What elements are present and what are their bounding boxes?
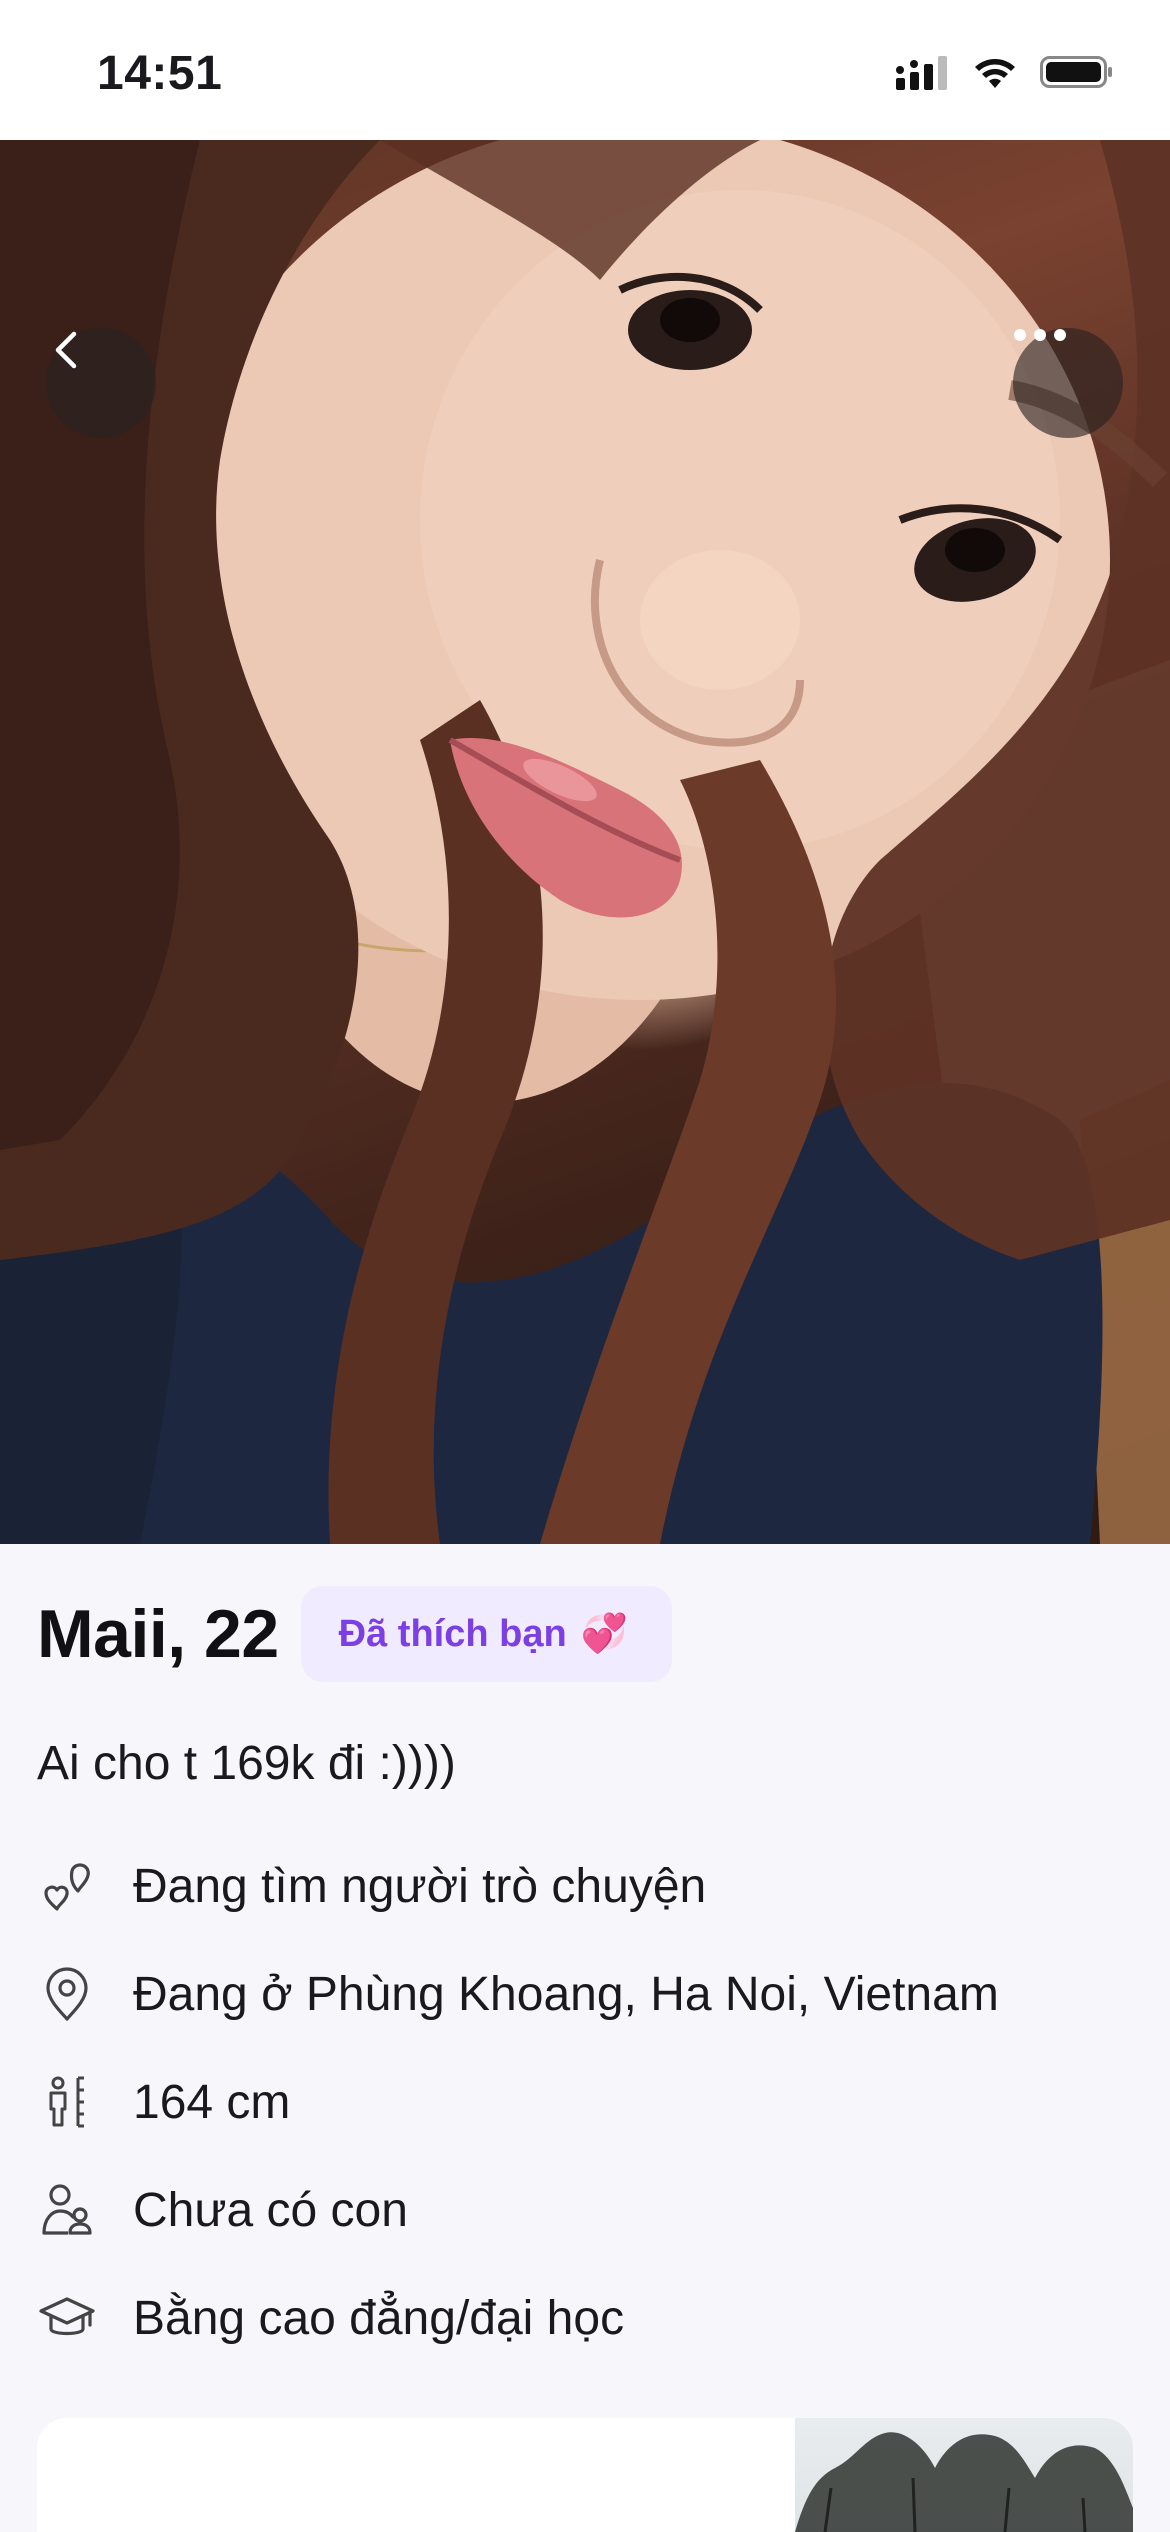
location-pin-icon (37, 1964, 97, 2024)
battery-icon (1040, 54, 1114, 95)
graduation-cap-icon (37, 2288, 97, 2348)
attribute-location: Đang ở Phùng Khoang, Ha Noi, Vietnam (37, 1940, 999, 2048)
more-options-button[interactable] (1013, 328, 1123, 438)
hearts-icon (37, 1856, 97, 1916)
chevron-left-icon (55, 331, 77, 369)
name-row: Maii, 22 Đã thích bạn 💞 (37, 1586, 673, 1682)
profile-photo[interactable] (0, 140, 1170, 1544)
back-button[interactable] (46, 328, 156, 438)
photo-illustration (0, 140, 1170, 1544)
attribute-height-label: 164 cm (133, 2075, 291, 2129)
attribute-children: Chưa có con (37, 2156, 999, 2264)
attribute-education-label: Bằng cao đẳng/đại học (133, 2291, 625, 2345)
attribute-height: 164 cm (37, 2048, 999, 2156)
tree-silhouette (795, 2432, 1133, 2532)
attribute-looking-for-label: Đang tìm người trò chuyện (133, 1859, 707, 1913)
liked-badge-emoji: 💞 (580, 1613, 629, 1655)
children-icon (37, 2180, 97, 2240)
profile-attributes: Đang tìm người trò chuyện Đang ở Phùng K… (37, 1832, 999, 2372)
more-dots-icon (1014, 329, 1066, 341)
attribute-children-label: Chưa có con (133, 2183, 408, 2237)
profile-bio: Ai cho t 169k đi :)))) (37, 1737, 456, 1790)
attribute-education: Bằng cao đẳng/đại học (37, 2264, 999, 2372)
liked-you-badge: Đã thích bạn 💞 (300, 1586, 673, 1682)
next-photo-preview (795, 2418, 1133, 2532)
attribute-looking-for: Đang tìm người trò chuyện (37, 1832, 999, 1940)
wifi-icon (972, 54, 1018, 95)
status-bar: 14:51 (0, 0, 1170, 140)
profile-name-age: Maii, 22 (37, 1596, 279, 1672)
height-icon (37, 2072, 97, 2132)
signal-icon (896, 54, 950, 95)
status-time: 14:51 (97, 47, 223, 100)
liked-badge-label: Đã thích bạn (338, 1612, 567, 1655)
attribute-location-label: Đang ở Phùng Khoang, Ha Noi, Vietnam (133, 1967, 999, 2021)
status-icons (896, 52, 1114, 96)
